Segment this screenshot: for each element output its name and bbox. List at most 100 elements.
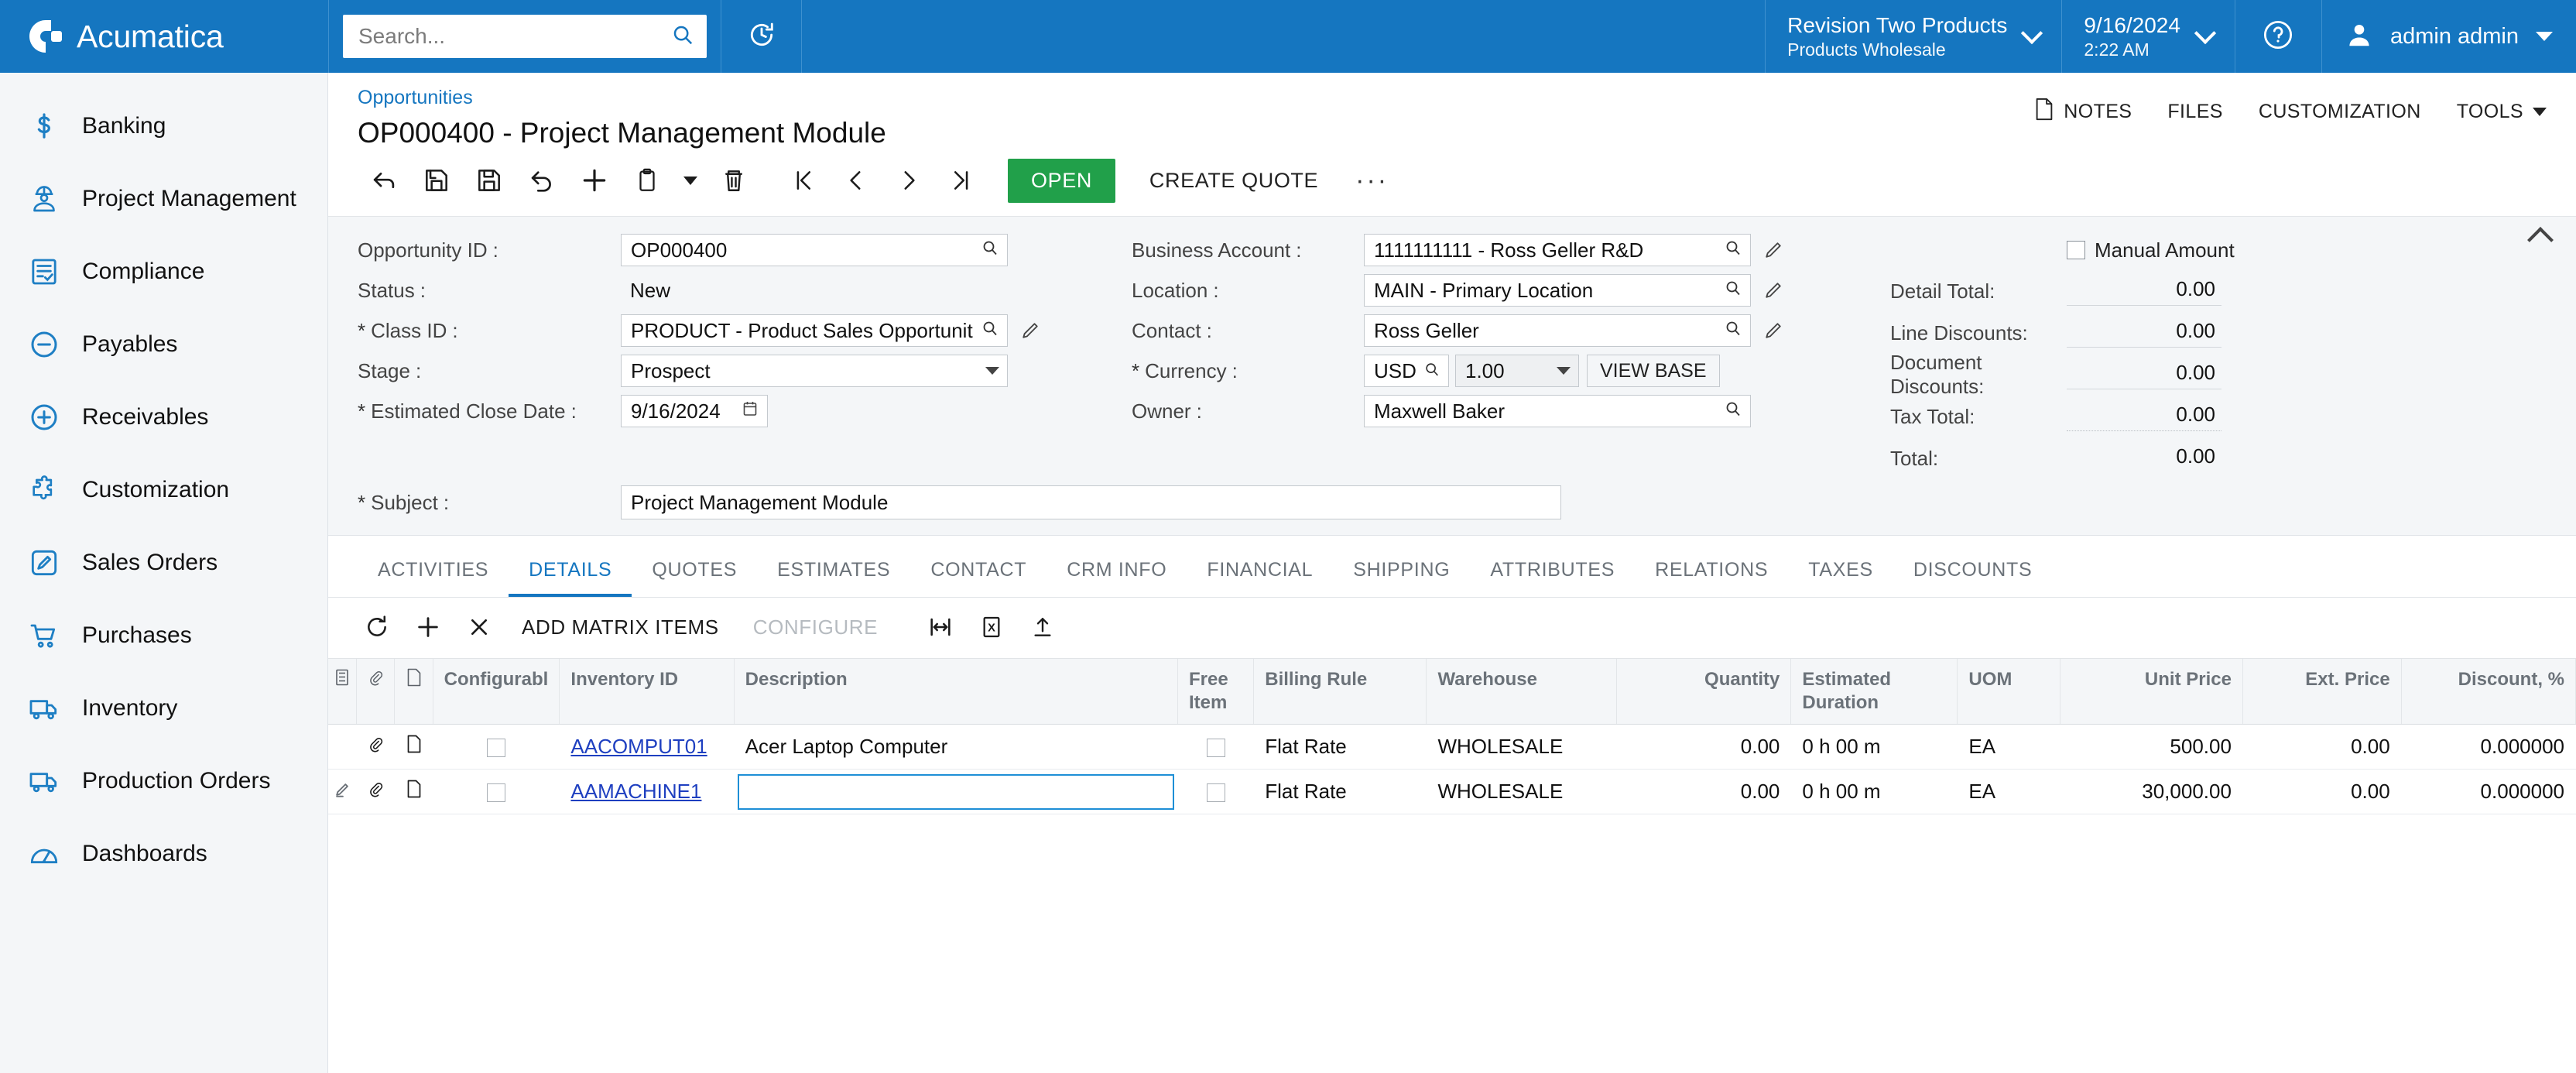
row-estimated-duration-cell[interactable]: 0 h 00 m — [1790, 769, 1958, 814]
notes-button[interactable]: NOTES — [2034, 98, 2132, 126]
contact-input[interactable]: Ross Geller — [1364, 314, 1751, 347]
row-billing-rule-cell[interactable]: Flat Rate — [1253, 724, 1427, 770]
back-arrow-icon[interactable] — [358, 156, 410, 205]
row-billing-rule-cell[interactable]: Flat Rate — [1253, 769, 1427, 814]
row-inventory-id-cell[interactable]: AAMACHINE1 — [559, 769, 735, 814]
row-inventory-id-cell[interactable]: AACOMPUT01 — [559, 724, 735, 770]
tab-estimates[interactable]: ESTIMATES — [757, 550, 910, 597]
user-menu[interactable]: admin admin — [2321, 0, 2576, 73]
currency-code-input[interactable]: USD — [1364, 355, 1449, 387]
tab-shipping[interactable]: SHIPPING — [1333, 550, 1470, 597]
owner-input[interactable]: Maxwell Baker — [1364, 395, 1751, 427]
quantity-column-header[interactable]: Quantity — [1616, 659, 1792, 725]
uom-column-header[interactable]: UOM — [1957, 659, 2061, 725]
business-account-input[interactable]: 1111111111 - Ross Geller R&D — [1364, 234, 1751, 266]
next-record-icon[interactable] — [882, 156, 935, 205]
warehouse-column-header[interactable]: Warehouse — [1426, 659, 1618, 725]
billing-rule-column-header[interactable]: Billing Rule — [1253, 659, 1427, 725]
row-note-cell[interactable] — [394, 724, 433, 770]
lookup-search-icon[interactable] — [981, 238, 999, 262]
row-configurable-cell[interactable] — [433, 769, 560, 814]
delete-trash-icon[interactable] — [707, 156, 760, 205]
export-excel-icon[interactable]: X — [966, 604, 1017, 650]
lookup-search-icon[interactable] — [1724, 399, 1742, 423]
table-row[interactable]: AAMACHINE1 Flat Rate WHOLESALE 0.00 0 h … — [328, 769, 2576, 814]
breadcrumb[interactable]: Opportunities — [358, 87, 2034, 109]
column-settings-header[interactable] — [328, 659, 358, 725]
customization-button[interactable]: CUSTOMIZATION — [2259, 101, 2421, 123]
edit-location-pencil-icon[interactable] — [1757, 274, 1790, 307]
class-id-input[interactable]: PRODUCT - Product Sales Opportunit — [621, 314, 1008, 347]
edit-class-id-pencil-icon[interactable] — [1014, 314, 1046, 347]
lookup-search-icon[interactable] — [1724, 279, 1742, 303]
inventory-id-link[interactable]: AACOMPUT01 — [570, 735, 707, 758]
description-edit-input[interactable] — [737, 773, 1174, 810]
lookup-search-icon[interactable] — [1423, 359, 1440, 383]
tab-quotes[interactable]: QUOTES — [632, 550, 757, 597]
inventory-id-link[interactable]: AAMACHINE1 — [570, 780, 701, 803]
inventory-id-column-header[interactable]: Inventory ID — [559, 659, 735, 725]
tab-contact[interactable]: CONTACT — [910, 550, 1046, 597]
configurable-checkbox[interactable] — [487, 783, 506, 803]
tab-crm-info[interactable]: CRM INFO — [1046, 550, 1187, 597]
previous-record-icon[interactable] — [830, 156, 882, 205]
row-quantity-cell[interactable]: 0.00 — [1616, 724, 1791, 770]
description-column-header[interactable]: Description — [734, 659, 1178, 725]
sidebar-item-project-management[interactable]: Project Management — [0, 163, 327, 235]
currency-rate-select[interactable]: 1.00 — [1455, 355, 1579, 387]
row-unit-price-cell[interactable]: 500.00 — [2060, 724, 2243, 770]
ext-price-column-header[interactable]: Ext. Price — [2242, 659, 2402, 725]
sidebar-item-compliance[interactable]: Compliance — [0, 235, 327, 308]
more-actions-button[interactable]: ··· — [1338, 166, 1406, 196]
tab-relations[interactable]: RELATIONS — [1635, 550, 1788, 597]
refresh-icon[interactable] — [351, 604, 402, 650]
row-description-cell[interactable]: Acer Laptop Computer — [734, 724, 1178, 770]
row-attachment-cell[interactable] — [356, 724, 395, 770]
help-button[interactable] — [2234, 0, 2321, 73]
open-button[interactable]: OPEN — [1008, 158, 1115, 203]
add-matrix-items-button[interactable]: ADD MATRIX ITEMS — [505, 615, 736, 639]
manual-amount-checkbox[interactable] — [2067, 241, 2085, 259]
tab-discounts[interactable]: DISCOUNTS — [1893, 550, 2053, 597]
brand-logo[interactable]: Acumatica — [0, 0, 328, 73]
row-uom-cell[interactable]: EA — [1957, 724, 2060, 770]
free-item-checkbox[interactable] — [1206, 739, 1225, 758]
row-ext-price-cell[interactable]: 0.00 — [2242, 724, 2402, 770]
row-warehouse-cell[interactable]: WHOLESALE — [1426, 724, 1617, 770]
lookup-search-icon[interactable] — [981, 319, 999, 343]
sidebar-item-receivables[interactable]: Receivables — [0, 381, 327, 454]
unit-price-column-header[interactable]: Unit Price — [2060, 659, 2243, 725]
delete-row-x-icon[interactable] — [454, 604, 505, 650]
row-description-cell[interactable] — [734, 769, 1178, 814]
undo-icon[interactable] — [516, 156, 568, 205]
edit-contact-pencil-icon[interactable] — [1757, 314, 1790, 347]
row-ext-price-cell[interactable]: 0.00 — [2242, 769, 2402, 814]
row-discount-pct-cell[interactable]: 0.000000 — [2401, 724, 2576, 770]
row-estimated-duration-cell[interactable]: 0 h 00 m — [1790, 724, 1958, 770]
row-configurable-cell[interactable] — [433, 724, 560, 770]
subject-input[interactable]: Project Management Module — [621, 485, 1561, 519]
tab-attributes[interactable]: ATTRIBUTES — [1470, 550, 1635, 597]
row-note-cell[interactable] — [394, 769, 433, 814]
search-box[interactable] — [343, 15, 707, 58]
configurable-column-header[interactable]: Configurabl — [433, 659, 560, 725]
calendar-icon[interactable] — [741, 399, 759, 423]
sidebar-item-payables[interactable]: Payables — [0, 308, 327, 381]
row-uom-cell[interactable]: EA — [1957, 769, 2060, 814]
discount-pct-column-header[interactable]: Discount, % — [2401, 659, 2576, 725]
lookup-search-icon[interactable] — [1724, 319, 1742, 343]
last-record-icon[interactable] — [935, 156, 988, 205]
add-row-plus-icon[interactable] — [402, 604, 454, 650]
estimated-close-date-input[interactable]: 9/16/2024 — [621, 395, 768, 427]
save-and-close-icon[interactable] — [410, 156, 463, 205]
location-input[interactable]: MAIN - Primary Location — [1364, 274, 1751, 307]
free-item-column-header[interactable]: Free Item — [1177, 659, 1255, 725]
free-item-checkbox[interactable] — [1206, 783, 1225, 803]
row-quantity-cell[interactable]: 0.00 — [1616, 769, 1791, 814]
create-quote-button[interactable]: CREATE QUOTE — [1129, 159, 1338, 203]
tab-financial[interactable]: FINANCIAL — [1187, 550, 1333, 597]
row-free-item-cell[interactable] — [1177, 769, 1254, 814]
sidebar-item-production-orders[interactable]: Production Orders — [0, 745, 327, 818]
sidebar-item-banking[interactable]: Banking — [0, 90, 327, 163]
view-base-button[interactable]: VIEW BASE — [1587, 355, 1720, 387]
